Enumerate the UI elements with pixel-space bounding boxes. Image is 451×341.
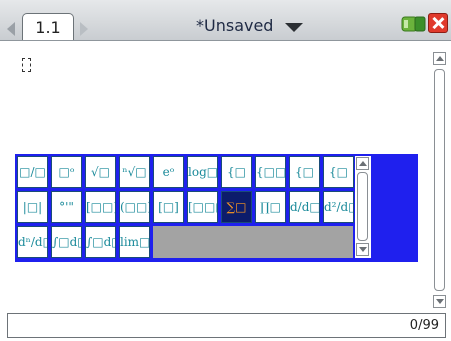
close-x-icon[interactable] — [428, 13, 448, 33]
system-n-template[interactable]: {□ — [323, 156, 354, 188]
exponent-template[interactable]: □ᵒ — [51, 156, 82, 188]
scroll-track[interactable] — [434, 69, 445, 291]
title-bar: 1.1 *Unsaved — [0, 0, 451, 41]
document-title[interactable]: *Unsaved — [196, 16, 273, 35]
palette-scroll-down-icon[interactable] — [356, 243, 369, 256]
sum-template[interactable]: ∑□ — [221, 191, 252, 223]
tab-1-1[interactable]: 1.1 — [22, 13, 74, 40]
input-placeholder-box[interactable] — [22, 58, 31, 72]
system-2-template[interactable]: {□ — [289, 156, 320, 188]
limit-template[interactable]: lim□ — [119, 226, 150, 258]
dms-template[interactable]: °'" — [51, 191, 82, 223]
second-derivative-template[interactable]: d²/d□ — [323, 191, 354, 223]
piecewise-n-template[interactable]: {□□ — [255, 156, 286, 188]
palette-scroll-track[interactable] — [357, 172, 368, 241]
indefinite-integral-template[interactable]: ∫□d□ — [85, 226, 116, 258]
scroll-up-icon[interactable] — [433, 52, 446, 65]
math-template-palette: □/□ □ᵒ √□ ⁿ√□ eᵒ log□ {□ {□□ {□ {□ |□| °… — [15, 154, 418, 262]
first-derivative-template[interactable]: d/d□ — [289, 191, 320, 223]
character-counter: 0/99 — [409, 318, 439, 333]
e-exponent-template[interactable]: eᵒ — [153, 156, 184, 188]
piecewise-2-template[interactable]: {□ — [221, 156, 252, 188]
palette-scrollbar[interactable] — [355, 156, 371, 258]
nth-root-template[interactable]: ⁿ√□ — [119, 156, 150, 188]
log-template[interactable]: log□ — [187, 156, 218, 188]
square-root-template[interactable]: √□ — [85, 156, 116, 188]
triangle-left-icon[interactable] — [7, 22, 15, 36]
matrix-mxn-template[interactable]: [□□□] — [187, 191, 218, 223]
product-template[interactable]: ∏□ — [255, 191, 286, 223]
workspace-scrollbar[interactable] — [432, 52, 448, 309]
entry-line[interactable]: 0/99 — [7, 313, 446, 338]
matrix-2x2-template[interactable]: [□□] — [85, 191, 116, 223]
palette-scroll-up-icon[interactable] — [356, 157, 369, 170]
template-grid: □/□ □ᵒ √□ ⁿ√□ eᵒ log□ {□ {□□ {□ {□ |□| °… — [17, 156, 354, 258]
fraction-template[interactable]: □/□ — [17, 156, 48, 188]
empty-palette-area — [153, 226, 353, 258]
triangle-right-icon[interactable] — [80, 22, 88, 36]
caret-down-icon[interactable] — [285, 23, 303, 32]
nth-derivative-template[interactable]: dⁿ/d□ — [17, 226, 48, 258]
definite-integral-template[interactable]: ∫□d□ — [51, 226, 82, 258]
battery-icon — [401, 16, 426, 32]
row-vector-template[interactable]: (□□) — [119, 191, 150, 223]
scroll-down-icon[interactable] — [433, 295, 446, 308]
column-vector-template[interactable]: [□] — [153, 191, 184, 223]
absolute-value-template[interactable]: |□| — [17, 191, 48, 223]
